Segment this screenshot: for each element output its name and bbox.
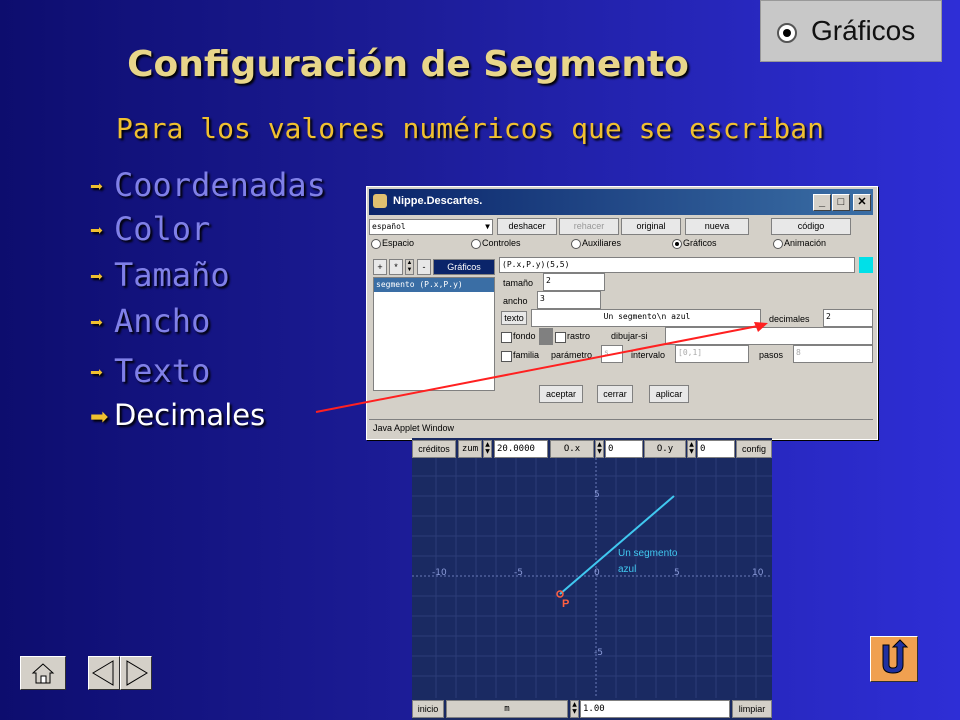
prev-triangle-icon (92, 660, 114, 686)
m-label: m (446, 700, 568, 718)
oy-label: O.y (644, 440, 686, 458)
home-button[interactable] (20, 656, 66, 690)
segment-label: azul (618, 564, 637, 575)
creditos-button[interactable]: créditos (412, 440, 456, 458)
point-p-label: P (562, 598, 570, 610)
prev-button[interactable] (88, 656, 120, 690)
next-button[interactable] (120, 656, 152, 690)
home-icon (31, 663, 55, 684)
next-triangle-icon (126, 660, 148, 686)
x-tick-label: 10 (752, 568, 764, 578)
graph-canvas (412, 458, 772, 698)
segment-line (559, 495, 675, 595)
y-tick-label: -5 (594, 648, 603, 658)
inicio-button[interactable]: inicio (412, 700, 444, 718)
zoom-label: zum (458, 440, 482, 458)
x-tick-label: 0 (594, 568, 600, 578)
ox-label: O.x (550, 440, 594, 458)
m-stepper[interactable]: ▲ ▼ (570, 700, 579, 718)
return-arrow-icon (882, 639, 909, 674)
config-button[interactable]: config (736, 440, 772, 458)
oy-field[interactable]: 0 (697, 440, 735, 458)
ox-field[interactable]: 0 (605, 440, 643, 458)
zoom-stepper[interactable]: ▲ ▼ (483, 440, 492, 458)
ox-stepper[interactable]: ▲ ▼ (595, 440, 604, 458)
segment-label: Un segmento (618, 548, 678, 559)
m-field[interactable]: 1.00 (580, 700, 730, 718)
graph-panel[interactable]: -10 -5 0 5 10 5 -5 Un segmento azul P cr… (412, 438, 772, 720)
x-tick-label: -10 (432, 568, 447, 578)
x-tick-label: -5 (514, 568, 523, 578)
x-tick-label: 5 (674, 568, 680, 578)
oy-stepper[interactable]: ▲ ▼ (687, 440, 696, 458)
y-tick-label: 5 (594, 490, 600, 500)
return-button[interactable] (870, 636, 918, 682)
zoom-field[interactable]: 20.0000 (494, 440, 548, 458)
limpiar-button[interactable]: limpiar (732, 700, 772, 718)
